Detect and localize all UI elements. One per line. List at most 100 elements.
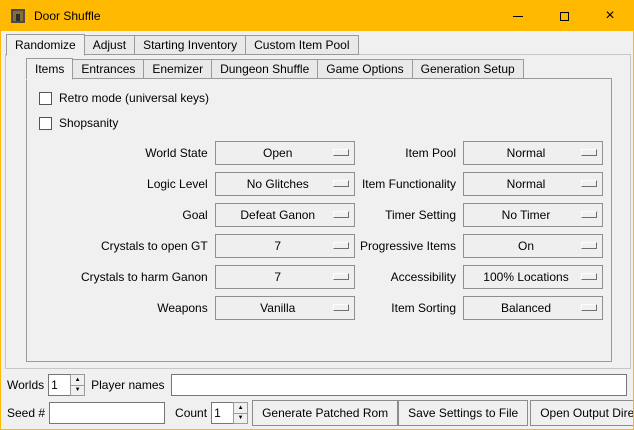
- item-functionality-label: Item Functionality: [357, 177, 456, 191]
- item-pool-label: Item Pool: [357, 146, 456, 160]
- tab-label: Items: [35, 62, 64, 76]
- main-tab-bar: Randomize Adjust Starting Inventory Cust…: [6, 34, 358, 55]
- progressive-items-dropdown[interactable]: On: [463, 234, 603, 258]
- tab-generation-setup[interactable]: Generation Setup: [412, 59, 524, 79]
- player-names-label: Player names: [91, 378, 164, 392]
- option-row: Weapons Vanilla Item Sorting Balanced: [39, 296, 603, 320]
- item-sorting-label: Item Sorting: [357, 301, 456, 315]
- maximize-button[interactable]: [541, 1, 587, 31]
- worlds-label: Worlds: [7, 378, 44, 392]
- worlds-input[interactable]: [48, 374, 70, 396]
- count-label: Count: [175, 406, 207, 420]
- sub-tab-bar: Items Entrances Enemizer Dungeon Shuffle…: [26, 58, 523, 79]
- player-names-input[interactable]: [171, 374, 628, 396]
- retro-mode-checkbox[interactable]: [39, 92, 52, 105]
- shopsanity-row: Shopsanity: [39, 112, 603, 134]
- crystals-gt-dropdown[interactable]: 7: [215, 234, 355, 258]
- option-rows: World State Open Item Pool Normal Logic …: [39, 141, 603, 320]
- world-state-label: World State: [39, 146, 208, 160]
- timer-setting-dropdown[interactable]: No Timer: [463, 203, 603, 227]
- shopsanity-label: Shopsanity: [59, 116, 118, 130]
- tab-entrances[interactable]: Entrances: [72, 59, 144, 79]
- weapons-dropdown[interactable]: Vanilla: [215, 296, 355, 320]
- logic-level-dropdown[interactable]: No Glitches: [215, 172, 355, 196]
- retro-mode-row: Retro mode (universal keys): [39, 87, 603, 109]
- seed-input[interactable]: [49, 402, 165, 424]
- titlebar: Door Shuffle ×: [1, 1, 633, 31]
- worlds-row: Worlds ▲ ▼ Player names: [7, 373, 627, 397]
- item-functionality-dropdown[interactable]: Normal: [463, 172, 603, 196]
- spin-up-button[interactable]: ▲: [70, 374, 85, 386]
- dropdown-indicator-icon: [333, 180, 349, 187]
- button-label: Save Settings to File: [408, 406, 518, 420]
- dropdown-indicator-icon: [581, 211, 597, 218]
- tab-label: Starting Inventory: [143, 38, 237, 52]
- dropdown-value: Open: [263, 146, 306, 160]
- dropdown-indicator-icon: [581, 273, 597, 280]
- tab-label: Game Options: [326, 62, 403, 76]
- dropdown-indicator-icon: [581, 180, 597, 187]
- tab-game-options[interactable]: Game Options: [317, 59, 412, 79]
- close-button[interactable]: ×: [587, 1, 633, 31]
- dropdown-value: 7: [274, 239, 295, 253]
- spin-down-button[interactable]: ▼: [233, 414, 248, 425]
- spin-up-icon: ▲: [238, 405, 244, 411]
- save-settings-button[interactable]: Save Settings to File: [398, 400, 528, 426]
- worlds-spinner: ▲ ▼: [48, 374, 85, 396]
- close-icon: ×: [605, 8, 614, 24]
- world-state-dropdown[interactable]: Open: [215, 141, 355, 165]
- spin-down-button[interactable]: ▼: [70, 386, 85, 397]
- crystals-ganon-label: Crystals to harm Ganon: [39, 270, 208, 284]
- tab-label: Enemizer: [152, 62, 203, 76]
- option-row: Crystals to harm Ganon 7 Accessibility 1…: [39, 265, 603, 289]
- dropdown-value: 100% Locations: [483, 270, 582, 284]
- spin-up-button[interactable]: ▲: [233, 402, 248, 414]
- tab-custom-item-pool[interactable]: Custom Item Pool: [245, 35, 358, 55]
- crystals-gt-label: Crystals to open GT: [39, 239, 208, 253]
- spin-down-icon: ▼: [75, 387, 81, 393]
- spin-up-icon: ▲: [75, 377, 81, 383]
- minimize-button[interactable]: [495, 1, 541, 31]
- goal-dropdown[interactable]: Defeat Ganon: [215, 203, 355, 227]
- tab-label: Randomize: [15, 38, 76, 52]
- retro-mode-label: Retro mode (universal keys): [59, 91, 209, 105]
- crystals-ganon-dropdown[interactable]: 7: [215, 265, 355, 289]
- seed-label: Seed #: [7, 406, 45, 420]
- tab-enemizer[interactable]: Enemizer: [143, 59, 212, 79]
- button-label: Generate Patched Rom: [262, 406, 388, 420]
- dropdown-value: Normal: [507, 146, 560, 160]
- shopsanity-checkbox[interactable]: [39, 117, 52, 130]
- seed-row: Seed # Count ▲ ▼ Generate Patched Rom Sa…: [7, 400, 627, 426]
- button-label: Open Output Directory: [540, 406, 634, 420]
- generate-patched-rom-button[interactable]: Generate Patched Rom: [252, 400, 398, 426]
- tab-randomize[interactable]: Randomize: [6, 34, 85, 56]
- tab-label: Generation Setup: [421, 62, 515, 76]
- tab-starting-inventory[interactable]: Starting Inventory: [134, 35, 246, 55]
- count-input[interactable]: [211, 402, 233, 424]
- tab-adjust[interactable]: Adjust: [84, 35, 135, 55]
- item-sorting-dropdown[interactable]: Balanced: [463, 296, 603, 320]
- dropdown-indicator-icon: [333, 304, 349, 311]
- tab-label: Custom Item Pool: [254, 38, 349, 52]
- accessibility-dropdown[interactable]: 100% Locations: [463, 265, 603, 289]
- dropdown-value: Vanilla: [260, 301, 309, 315]
- dropdown-indicator-icon: [333, 242, 349, 249]
- dropdown-indicator-icon: [581, 304, 597, 311]
- tab-dungeon-shuffle[interactable]: Dungeon Shuffle: [211, 59, 318, 79]
- open-output-directory-button[interactable]: Open Output Directory: [530, 400, 634, 426]
- minimize-icon: [513, 16, 523, 17]
- item-pool-dropdown[interactable]: Normal: [463, 141, 603, 165]
- dropdown-value: No Timer: [502, 208, 565, 222]
- accessibility-label: Accessibility: [357, 270, 456, 284]
- goal-label: Goal: [39, 208, 208, 222]
- count-spinner: ▲ ▼: [211, 402, 248, 424]
- tab-items[interactable]: Items: [26, 58, 73, 80]
- dropdown-value: Normal: [507, 177, 560, 191]
- dropdown-indicator-icon: [333, 273, 349, 280]
- dropdown-indicator-icon: [333, 149, 349, 156]
- items-panel: Retro mode (universal keys) Shopsanity W…: [26, 78, 612, 362]
- option-row: Logic Level No Glitches Item Functionali…: [39, 172, 603, 196]
- worlds-spin-buttons: ▲ ▼: [70, 374, 85, 396]
- dropdown-value: Balanced: [501, 301, 565, 315]
- dropdown-value: Defeat Ganon: [240, 208, 329, 222]
